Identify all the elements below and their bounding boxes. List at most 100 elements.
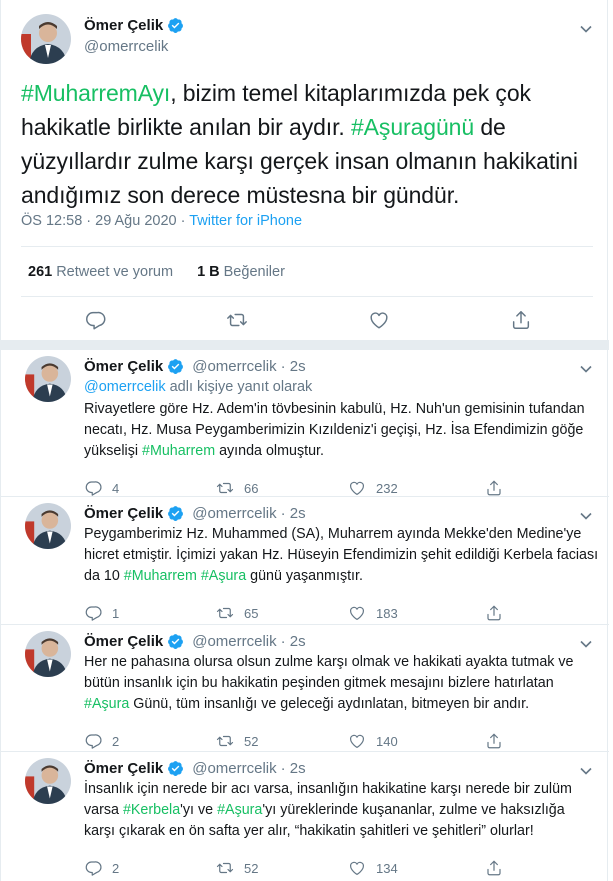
retweet-count: 65 <box>244 605 259 621</box>
reply-to-label: adlı kişiye yanıt olarak <box>165 379 313 395</box>
like-action[interactable]: 232 <box>348 479 398 497</box>
author-name[interactable]: Ömer Çelik <box>84 505 163 522</box>
reply-count: 2 <box>112 733 120 749</box>
reply-icon <box>85 861 102 876</box>
relative-time[interactable]: · 2s <box>281 358 306 375</box>
like-count: 134 <box>376 860 398 876</box>
author-name[interactable]: Ömer Çelik <box>84 633 163 650</box>
reply-icon <box>85 734 102 749</box>
engagement-stats: 261 Retweet ve yorum 1 B Beğeniler <box>28 264 285 280</box>
relative-time[interactable]: · 2s <box>281 505 306 522</box>
reply-text: Peygamberimiz Hz. Muhammed (SA), Muharre… <box>84 524 599 587</box>
avatar[interactable] <box>25 503 71 549</box>
text-segment: 'yı ve <box>180 802 218 818</box>
text-segment: ayında olmuştur. <box>215 443 324 459</box>
reply-action[interactable]: 1 <box>84 604 119 622</box>
relative-time[interactable]: · 2s <box>281 633 306 650</box>
share-action[interactable] <box>485 732 503 750</box>
retweet-icon <box>216 482 234 494</box>
text-segment: günü yaşanmıştır. <box>246 568 363 584</box>
reply-to-handle[interactable]: @omerrcelik <box>84 379 166 395</box>
author-name[interactable]: Ömer Çelik <box>84 17 163 34</box>
retweet-icon <box>216 862 234 874</box>
tweet-meta: ÖS 12:58 · 29 Ağu 2020 · Twitter for iPh… <box>21 213 302 229</box>
hashtag-link[interactable]: #Aşura <box>201 568 246 584</box>
author-handle[interactable]: @omerrcelik <box>192 760 276 777</box>
author-name-row[interactable]: Ömer Çelik <box>84 17 184 34</box>
author-name[interactable]: Ömer Çelik <box>84 358 163 375</box>
hashtag-link[interactable]: #Aşura <box>217 802 262 818</box>
main-action-bar <box>1 309 609 335</box>
chevron-down-icon[interactable] <box>579 22 593 36</box>
share-icon <box>487 733 501 749</box>
avatar[interactable] <box>25 758 71 804</box>
source-link[interactable]: Twitter for iPhone <box>189 213 302 229</box>
verified-badge-icon <box>168 18 184 33</box>
like-action[interactable]: 140 <box>348 732 398 750</box>
share-action[interactable] <box>485 479 503 497</box>
hashtag-link[interactable]: #Kerbela <box>123 802 180 818</box>
like-action[interactable]: 134 <box>348 859 398 877</box>
hashtag-link[interactable]: #Muharrem <box>142 443 215 459</box>
retweet-icon[interactable] <box>226 309 248 331</box>
like-count: 183 <box>376 605 398 621</box>
retweet-icon <box>216 607 234 619</box>
author-handle[interactable]: @omerrcelik <box>192 505 276 522</box>
text-segment: Her ne pahasına olursa olsun zulme karşı… <box>84 654 574 691</box>
share-icon <box>487 860 501 876</box>
hashtag-link[interactable]: #Muharrem <box>124 568 197 584</box>
relative-time[interactable]: · 2s <box>281 760 306 777</box>
hashtag-link[interactable]: #Aşura <box>84 696 129 712</box>
author-handle[interactable]: @omerrcelik <box>192 633 276 650</box>
retweets-label: Retweet ve yorum <box>56 264 174 280</box>
retweet-count: 52 <box>244 860 259 876</box>
retweet-action[interactable]: 52 <box>216 859 258 877</box>
like-icon <box>350 481 364 495</box>
like-count: 232 <box>376 480 398 496</box>
like-action[interactable]: 183 <box>348 604 398 622</box>
reply-count: 2 <box>112 860 120 876</box>
verified-badge-icon <box>168 506 184 521</box>
author-name[interactable]: Ömer Çelik <box>84 760 163 777</box>
chevron-down-icon[interactable] <box>579 362 593 376</box>
like-icon[interactable] <box>368 309 390 331</box>
avatar-photo <box>21 14 71 64</box>
avatar[interactable] <box>25 356 71 402</box>
chevron-down-icon[interactable] <box>579 509 593 523</box>
replying-to: @omerrcelik adlı kişiye yanıt olarak <box>84 379 312 395</box>
reply-action[interactable]: 4 <box>84 479 119 497</box>
reply-count: 1 <box>112 605 120 621</box>
retweets-stat[interactable]: 261 Retweet ve yorum <box>28 264 173 280</box>
author-handle[interactable]: @omerrcelik <box>84 38 168 55</box>
hashtag-link[interactable]: #Aşuragünü <box>351 114 474 140</box>
hashtag-link[interactable]: #MuharremAyı <box>21 80 170 106</box>
retweet-action[interactable]: 65 <box>216 604 258 622</box>
reply-header: Ömer Çelik @omerrcelik · 2s <box>84 760 306 777</box>
timestamp[interactable]: ÖS 12:58 · 29 Ağu 2020 · <box>21 213 189 229</box>
avatar[interactable] <box>21 14 71 64</box>
verified-badge-icon <box>168 359 184 374</box>
retweet-icon <box>216 735 234 747</box>
retweet-action[interactable]: 52 <box>216 732 258 750</box>
reply-count: 4 <box>112 480 120 496</box>
chevron-down-icon[interactable] <box>579 764 593 778</box>
section-divider <box>1 340 609 350</box>
share-action[interactable] <box>485 604 503 622</box>
reply-icon[interactable] <box>84 309 106 331</box>
share-icon[interactable] <box>510 309 532 331</box>
share-action[interactable] <box>485 859 503 877</box>
likes-label: Beğeniler <box>223 264 285 280</box>
retweet-count: 66 <box>244 480 259 496</box>
retweet-action[interactable]: 66 <box>216 479 258 497</box>
reply-icon <box>85 481 102 496</box>
likes-stat[interactable]: 1 B Beğeniler <box>197 264 285 280</box>
reply-header: Ömer Çelik @omerrcelik · 2s <box>84 633 306 650</box>
verified-badge-icon <box>168 634 184 649</box>
avatar[interactable] <box>25 631 71 677</box>
reply-action[interactable]: 2 <box>84 732 119 750</box>
chevron-down-icon[interactable] <box>579 637 593 651</box>
author-handle[interactable]: @omerrcelik <box>192 358 276 375</box>
tweet-text: #MuharremAyı, bizim temel kitaplarımızda… <box>21 76 601 212</box>
reply-action-bar: 1 65 183 <box>84 604 584 626</box>
reply-action[interactable]: 2 <box>84 859 119 877</box>
